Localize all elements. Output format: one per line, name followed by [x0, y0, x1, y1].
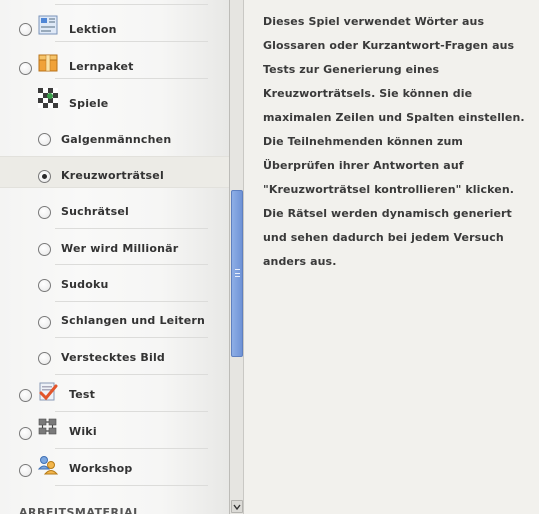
option-label: Schlangen und Leitern [61, 314, 206, 327]
radio-galgenmaennchen[interactable] [38, 133, 51, 146]
separator [55, 448, 208, 449]
option-millionaer[interactable]: Wer wird Millionär [0, 229, 229, 265]
radio-lektion[interactable] [19, 23, 32, 36]
description-pane: Dieses Spiel verwendet Wörter aus Glossa… [244, 0, 539, 514]
grip-icon [235, 269, 240, 277]
package-icon [38, 53, 58, 73]
option-sudoku[interactable]: Sudoku [0, 266, 229, 302]
option-label: Kreuzworträtsel [61, 169, 164, 182]
option-label: Galgenmännchen [61, 133, 172, 146]
separator [55, 337, 208, 338]
separator [55, 78, 208, 79]
option-galgenmaennchen[interactable]: Galgenmännchen [0, 120, 229, 157]
option-wiki[interactable]: Wiki [0, 413, 229, 449]
radio-verstecktes-bild[interactable] [38, 352, 51, 365]
option-label: Verstecktes Bild [61, 351, 165, 364]
chevron-down-icon [233, 504, 241, 511]
option-lektion[interactable]: Lektion [0, 6, 229, 42]
scroll-down-button[interactable] [231, 500, 243, 513]
separator [55, 264, 208, 265]
option-suchraetsel[interactable]: Suchrätsel [0, 193, 229, 229]
radio-sudoku[interactable] [38, 279, 51, 292]
activity-description: Dieses Spiel verwendet Wörter aus Glossa… [263, 15, 525, 268]
option-label: Wer wird Millionär [61, 242, 179, 255]
separator [55, 41, 208, 42]
radio-millionaer[interactable] [38, 243, 51, 256]
option-label: Workshop [69, 462, 133, 475]
option-label: Suchrätsel [61, 205, 129, 218]
separator [55, 4, 208, 5]
games-icon [38, 88, 58, 108]
radio-workshop[interactable] [19, 464, 32, 477]
lesson-icon [38, 15, 58, 35]
option-schlangen-und-leitern[interactable]: Schlangen und Leitern [0, 302, 229, 338]
radio-schlangen-und-leitern[interactable] [38, 316, 51, 329]
wiki-icon [38, 417, 58, 437]
option-workshop[interactable]: Workshop [0, 450, 229, 486]
vertical-scrollbar[interactable] [229, 0, 244, 514]
option-kreuzwortraetsel[interactable]: Kreuzworträtsel [0, 156, 229, 188]
option-label: Wiki [69, 425, 97, 438]
group-label: Spiele [69, 97, 109, 110]
option-label: Lernpaket [69, 60, 134, 73]
option-test[interactable]: Test [0, 376, 229, 412]
radio-suchraetsel[interactable] [38, 206, 51, 219]
option-label: Lektion [69, 23, 117, 36]
section-heading-arbeitsmaterial: ARBEITSMATERIAL [19, 506, 141, 514]
radio-kreuzwortraetsel[interactable] [38, 170, 51, 183]
separator [55, 374, 208, 375]
group-spiele: Spiele [0, 80, 229, 116]
option-verstecktes-bild[interactable]: Verstecktes Bild [0, 339, 229, 375]
separator [55, 485, 208, 486]
radio-lernpaket[interactable] [19, 62, 32, 75]
activity-chooser-list: Lektion Lernpaket Spiele Galgenmännchen … [0, 0, 229, 514]
test-checkmark-icon [38, 382, 58, 402]
option-lernpaket[interactable]: Lernpaket [0, 43, 229, 79]
workshop-icon [38, 455, 58, 475]
option-label: Test [69, 388, 96, 401]
radio-test[interactable] [19, 389, 32, 402]
separator [55, 411, 208, 412]
option-label: Sudoku [61, 278, 109, 291]
radio-wiki[interactable] [19, 427, 32, 440]
scrollbar-thumb[interactable] [231, 190, 243, 357]
